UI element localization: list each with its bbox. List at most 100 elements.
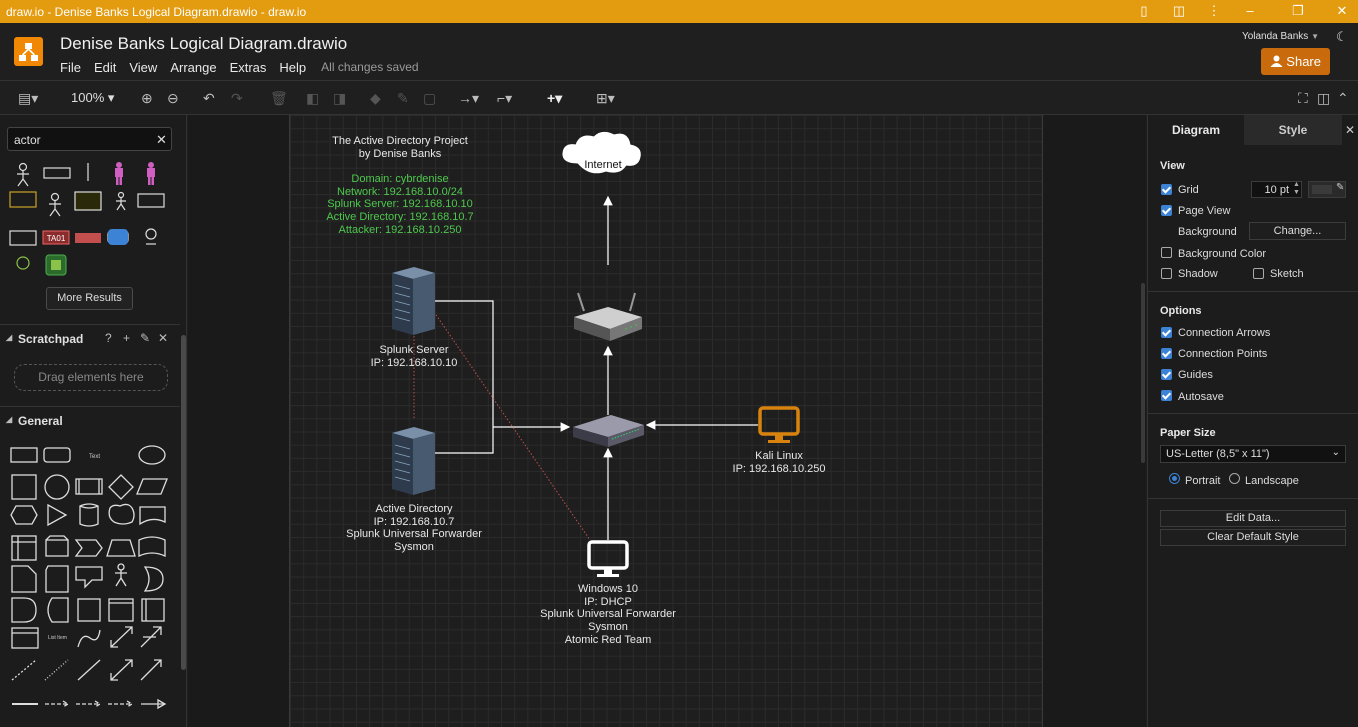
zoom-select[interactable]: 100% ▾ <box>71 89 114 107</box>
menu-edit[interactable]: Edit <box>94 60 116 75</box>
stepper-icon[interactable]: ▲ ▼ <box>1293 181 1300 197</box>
waypoints-icon[interactable]: ⌐▾ <box>497 89 512 107</box>
page-view-label: Page View <box>1178 205 1231 217</box>
search-input[interactable]: actor <box>7 127 172 151</box>
title-line-2: by Denise Banks <box>358 147 442 160</box>
diagram-canvas[interactable]: The Active Directory Project by Denise B… <box>188 115 1146 727</box>
general-header[interactable]: ◢ General <box>0 406 180 432</box>
kali-monitor-icon[interactable] <box>758 406 800 443</box>
zoom-out-icon[interactable]: ⊖ <box>167 89 179 107</box>
page-view-checkbox[interactable] <box>1161 205 1172 216</box>
maximize-icon[interactable]: ❐ <box>1290 3 1306 19</box>
guides-checkbox[interactable] <box>1161 369 1172 380</box>
tab-style[interactable]: Style <box>1244 115 1342 145</box>
close-icon[interactable]: ✕ <box>158 331 168 345</box>
to-front-icon[interactable]: ◧ <box>306 89 319 107</box>
fill-color-icon[interactable]: ◆ <box>370 89 381 107</box>
scratchpad-header[interactable]: ◢ Scratchpad ? + ✎ ✕ <box>0 324 180 350</box>
edit-data-button[interactable]: Edit Data... <box>1160 510 1346 527</box>
clear-default-style-button[interactable]: Clear Default Style <box>1160 529 1346 546</box>
windows-monitor-icon[interactable] <box>587 540 629 577</box>
extension-icon[interactable]: ◫ <box>1171 3 1187 19</box>
info-network: Network: 192.168.10.0/24 <box>337 185 463 198</box>
shadow-icon[interactable]: ▢ <box>423 89 436 107</box>
menu-extras[interactable]: Extras <box>230 60 267 75</box>
user-menu[interactable]: Yolanda Banks ▼ <box>1242 31 1319 42</box>
collapse-triangle-icon: ◢ <box>6 333 13 342</box>
scratchpad-title: Scratchpad <box>18 332 84 346</box>
file-icon[interactable]: ▯ <box>1136 3 1152 19</box>
splunk-ip: IP: 192.168.10.10 <box>370 356 458 369</box>
connection-icon[interactable]: →▾ <box>458 89 479 107</box>
connection-arrows-checkbox[interactable] <box>1161 327 1172 338</box>
fullscreen-icon[interactable]: ⛶ <box>1298 89 1308 107</box>
ad-label: Active Directory IP: 192.168.10.7 Splunk… <box>334 503 494 554</box>
table-icon[interactable]: ⊞▾ <box>596 89 615 107</box>
zoom-in-icon[interactable]: ⊕ <box>141 89 153 107</box>
share-button[interactable]: Share <box>1261 48 1330 75</box>
menu-view[interactable]: View <box>129 60 157 75</box>
clear-search-icon[interactable]: ✕ <box>156 132 167 148</box>
canvas-scrollbar[interactable] <box>1141 283 1145 463</box>
diagram-title[interactable]: The Active Directory Project by Denise B… <box>330 135 470 160</box>
splunk-name: Splunk Server <box>379 344 449 356</box>
document-title[interactable]: Denise Banks Logical Diagram.drawio <box>60 34 347 54</box>
help-icon[interactable]: ? <box>105 331 112 345</box>
collapse-icon[interactable]: ⌃ <box>1337 89 1349 107</box>
grid-color-button[interactable]: ✎ <box>1308 181 1346 198</box>
divider <box>1148 498 1358 499</box>
portrait-radio[interactable] <box>1169 473 1180 484</box>
paper-size-value: US-Letter (8,5" x 11") <box>1166 448 1270 460</box>
diagram-page[interactable]: The Active Directory Project by Denise B… <box>289 115 1043 727</box>
chevron-down-icon: ▼ <box>1311 32 1319 41</box>
menu-arrange[interactable]: Arrange <box>170 60 216 75</box>
change-background-button[interactable]: Change... <box>1249 222 1346 240</box>
window-title: draw.io - Denise Banks Logical Diagram.d… <box>6 5 307 19</box>
tab-diagram[interactable]: Diagram <box>1148 115 1244 145</box>
edit-icon[interactable]: ✎ <box>140 331 150 345</box>
close-panel-icon[interactable]: ✕ <box>1345 123 1355 137</box>
network-info-block[interactable]: Domain: cybrdenise Network: 192.168.10.0… <box>320 173 480 237</box>
background-color-checkbox[interactable] <box>1161 247 1172 258</box>
menu-help[interactable]: Help <box>279 60 306 75</box>
format-panel-icon[interactable]: ▤▾ <box>18 89 38 107</box>
general-shapes[interactable]: Text List Item <box>8 442 178 712</box>
shadow-checkbox[interactable] <box>1161 268 1172 279</box>
line-color-icon[interactable]: ✎ <box>397 89 409 107</box>
ta01-label: TA01 <box>47 234 66 243</box>
chevron-down-icon: ⌄ <box>1331 447 1340 458</box>
win-ip: IP: DHCP <box>584 595 632 608</box>
active-directory-server-icon[interactable] <box>392 427 435 495</box>
more-results-button[interactable]: More Results <box>46 287 133 310</box>
connection-points-checkbox[interactable] <box>1161 348 1172 359</box>
view-heading: View <box>1160 160 1185 172</box>
undo-icon[interactable]: ↶ <box>203 89 215 107</box>
insert-icon[interactable]: +▾ <box>547 89 562 107</box>
shapes-sidebar: actor ✕ TA01 More Results ◢ Scratchpad ?… <box>0 115 187 727</box>
dark-mode-icon[interactable]: ☾ <box>1336 29 1348 45</box>
delete-icon[interactable]: 🗑 <box>270 89 288 107</box>
close-icon[interactable]: ✕ <box>1334 3 1350 19</box>
redo-icon[interactable]: ↷ <box>231 89 243 107</box>
autosave-checkbox[interactable] <box>1161 390 1172 401</box>
format-panel: Diagram Style ✕ View Grid 10 pt ▲ ▼ ✎ Pag… <box>1147 115 1358 727</box>
grid-checkbox[interactable] <box>1161 184 1172 195</box>
win-atomic: Atomic Red Team <box>564 633 652 646</box>
switch-icon[interactable] <box>573 415 644 447</box>
search-results[interactable]: TA01 <box>6 159 181 279</box>
sketch-checkbox[interactable] <box>1253 268 1264 279</box>
minimize-icon[interactable]: – <box>1242 3 1258 19</box>
to-back-icon[interactable]: ◨ <box>333 89 346 107</box>
sidebar-scrollbar[interactable] <box>181 335 186 670</box>
divider <box>1148 413 1358 414</box>
more-vert-icon[interactable]: ⋮ <box>1206 3 1222 19</box>
router-icon[interactable] <box>574 292 642 341</box>
landscape-radio[interactable] <box>1229 473 1240 484</box>
splunk-server-icon[interactable] <box>392 267 435 335</box>
scratchpad-dropzone[interactable]: Drag elements here <box>14 364 168 391</box>
menu-file[interactable]: File <box>60 60 81 75</box>
paper-size-select[interactable]: US-Letter (8,5" x 11") ⌄ <box>1160 445 1346 463</box>
toggle-panel-icon[interactable]: ◫ <box>1317 89 1330 107</box>
add-icon[interactable]: + <box>123 331 130 345</box>
ad-ip: IP: 192.168.10.7 <box>373 515 455 528</box>
